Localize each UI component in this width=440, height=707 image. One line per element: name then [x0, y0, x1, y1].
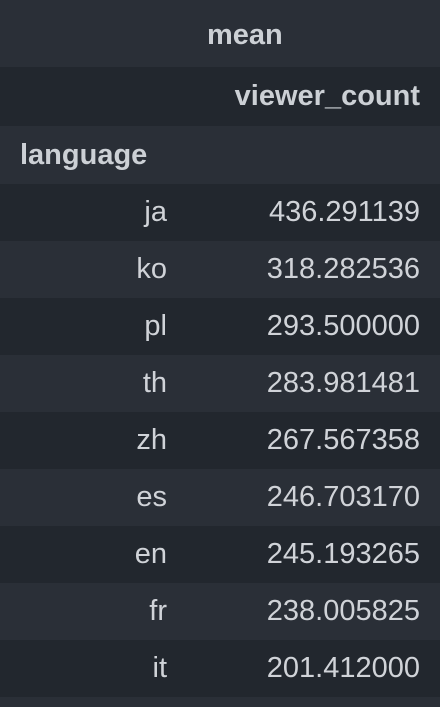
- table-bottom-strip: [0, 697, 440, 707]
- table-row: zh 267.567358: [0, 412, 440, 469]
- header-row-column: viewer_count: [0, 67, 440, 126]
- table-body: ja 436.291139 ko 318.282536 pl 293.500000 th 28…: [0, 184, 440, 697]
- row-index-language: pl: [144, 310, 167, 342]
- table-row: th 283.981481: [0, 355, 440, 412]
- cell-mean-viewer-count: 293.500000: [266, 310, 420, 342]
- header-blank-cell: [0, 67, 187, 126]
- row-index-language: en: [134, 538, 167, 570]
- cell-mean-viewer-count: 283.981481: [266, 367, 420, 399]
- row-index-language: it: [152, 652, 168, 684]
- column-header-viewer-count: viewer_count: [234, 80, 420, 112]
- cell-mean-viewer-count: 318.282536: [266, 253, 420, 285]
- table-row: it 201.412000: [0, 640, 440, 697]
- cell-mean-viewer-count: 238.005825: [266, 595, 420, 627]
- header-blank-cell: [0, 0, 187, 67]
- table-row: ko 318.282536: [0, 241, 440, 298]
- table-row: pl 293.500000: [0, 298, 440, 355]
- cell-mean-viewer-count: 246.703170: [266, 481, 420, 513]
- dataframe-table: mean viewer_count language ja 436.291139 k…: [0, 0, 440, 697]
- cell-mean-viewer-count: 245.193265: [266, 538, 420, 570]
- cell-mean-viewer-count: 267.567358: [266, 424, 420, 456]
- cell-mean-viewer-count: 201.412000: [266, 652, 420, 684]
- header-blank-cell: [187, 126, 440, 184]
- column-header-mean: mean: [207, 19, 283, 51]
- row-index-language: fr: [149, 595, 167, 627]
- table-row: ja 436.291139: [0, 184, 440, 241]
- table-header: mean viewer_count language: [0, 0, 440, 184]
- table-row: fr 238.005825: [0, 583, 440, 640]
- table-row: es 246.703170: [0, 469, 440, 526]
- row-index-language: es: [136, 481, 167, 513]
- cell-mean-viewer-count: 436.291139: [268, 196, 420, 228]
- header-row-index: language: [0, 126, 440, 184]
- header-row-aggregation: mean: [0, 0, 440, 67]
- row-index-language: ja: [144, 196, 167, 228]
- index-header-language: language: [20, 139, 148, 171]
- row-index-language: zh: [136, 424, 167, 456]
- table-row: en 245.193265: [0, 526, 440, 583]
- row-index-language: th: [142, 367, 167, 399]
- row-index-language: ko: [136, 253, 167, 285]
